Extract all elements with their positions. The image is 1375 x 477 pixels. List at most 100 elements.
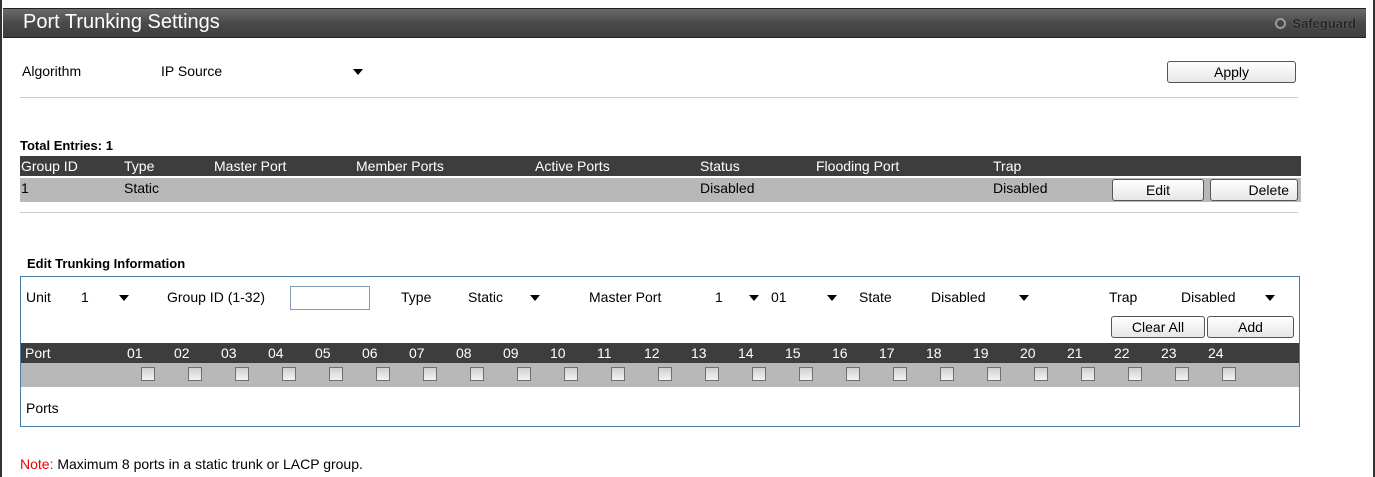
port-number: 21 [1067,345,1083,361]
state-select[interactable]: Disabled [926,286,1034,308]
port-number: 13 [691,345,707,361]
trap-label: Trap [1109,289,1138,305]
port-number: 17 [879,345,895,361]
col-member-ports: Member Ports [356,158,444,174]
master-unit-select[interactable]: 1 [710,286,764,308]
unit-label: Unit [26,289,51,305]
type-select[interactable]: Static [463,286,545,308]
port-checkbox[interactable] [940,367,954,381]
master-port-select[interactable]: 01 [766,286,842,308]
page-title: Port Trunking Settings [23,11,220,33]
port-checkbox[interactable] [282,367,296,381]
note-prefix: Note: [20,456,54,472]
port-number: 04 [268,345,284,361]
safeguard-icon [1275,18,1287,29]
note: Note: Maximum 8 ports in a static trunk … [20,456,363,472]
row-trap: Disabled [993,180,1048,196]
port-checkbox[interactable] [329,367,343,381]
type-select-value: Static [468,289,504,305]
state-label: State [859,289,892,305]
chevron-down-icon [1019,295,1029,301]
master-port-value: 01 [771,289,787,305]
row-status: Disabled [700,180,755,196]
port-number: 14 [738,345,754,361]
col-master-port: Master Port [214,158,287,174]
port-checkbox[interactable] [846,367,860,381]
col-group-id: Group ID [21,158,78,174]
port-checkbox[interactable] [658,367,672,381]
port-number: 22 [1114,345,1130,361]
port-checkbox[interactable] [376,367,390,381]
ports-label: Ports [26,400,59,416]
port-checkbox[interactable] [141,367,155,381]
row-group-id: 1 [21,180,29,196]
port-checkbox[interactable] [423,367,437,381]
chevron-down-icon [530,295,540,301]
port-number: 06 [362,345,378,361]
port-number: 12 [644,345,660,361]
algorithm-label: Algorithm [22,63,82,79]
col-active-ports: Active Ports [535,158,610,174]
apply-button[interactable]: Apply [1167,61,1296,83]
port-checkbox[interactable] [235,367,249,381]
add-button[interactable]: Add [1207,316,1294,338]
chevron-down-icon [749,295,759,301]
title-bar: Port Trunking Settings Safeguard [3,8,1366,38]
port-number: 16 [832,345,848,361]
port-checkbox-row [21,363,1299,387]
col-type: Type [124,158,155,174]
trap-select-value: Disabled [1181,289,1236,305]
port-checkbox[interactable] [1175,367,1189,381]
port-checkbox[interactable] [564,367,578,381]
table-row: 1 Static Disabled Disabled Edit Delete [20,178,1301,202]
port-number: 07 [409,345,425,361]
port-checkbox[interactable] [611,367,625,381]
port-checkbox[interactable] [893,367,907,381]
port-number: 11 [597,345,612,361]
port-number: 24 [1208,345,1224,361]
port-number: 03 [221,345,237,361]
port-number: 20 [1020,345,1036,361]
port-checkbox[interactable] [987,367,1001,381]
port-checkbox[interactable] [705,367,719,381]
clear-all-button[interactable]: Clear All [1111,316,1205,338]
port-checkbox[interactable] [470,367,484,381]
port-checkbox[interactable] [1222,367,1236,381]
chevron-down-icon [827,295,837,301]
col-status: Status [700,158,740,174]
port-checkbox[interactable] [752,367,766,381]
algorithm-select[interactable]: IP Source [156,60,368,82]
port-checkbox[interactable] [1034,367,1048,381]
unit-select-value: 1 [81,289,89,305]
row-type: Static [124,180,160,196]
delete-button[interactable]: Delete [1210,179,1298,201]
total-entries: Total Entries: 1 [20,138,113,153]
chevron-down-icon [119,295,129,301]
master-unit-value: 1 [715,289,723,305]
edit-heading: Edit Trunking Information [27,256,186,271]
safeguard-label: Safeguard [1292,16,1356,31]
port-checkbox[interactable] [1128,367,1142,381]
port-number: 10 [550,345,566,361]
group-id-input[interactable] [290,286,370,310]
entries-table-header: Group ID Type Master Port Member Ports A… [20,156,1301,176]
port-number: 19 [973,345,989,361]
trap-select[interactable]: Disabled [1176,286,1280,308]
port-checkbox[interactable] [517,367,531,381]
port-checkbox[interactable] [1081,367,1095,381]
port-number: 08 [456,345,472,361]
unit-select[interactable]: 1 [76,286,134,308]
port-checkbox[interactable] [188,367,202,381]
port-header-bar: Port 01 02 03 04 05 06 07 08 09 10 11 12 13 14 15 16 17 1… [21,343,1299,363]
port-number: 23 [1161,345,1177,361]
group-id-label: Group ID (1-32) [167,289,266,305]
port-number: 01 [127,345,143,361]
note-text: Maximum 8 ports in a static trunk or LAC… [53,456,363,472]
state-select-value: Disabled [931,289,986,305]
port-checkbox[interactable] [799,367,813,381]
algorithm-select-value: IP Source [161,63,223,79]
port-label: Port [25,345,51,361]
port-number: 02 [174,345,190,361]
chevron-down-icon [1265,295,1275,301]
edit-button[interactable]: Edit [1112,179,1204,201]
